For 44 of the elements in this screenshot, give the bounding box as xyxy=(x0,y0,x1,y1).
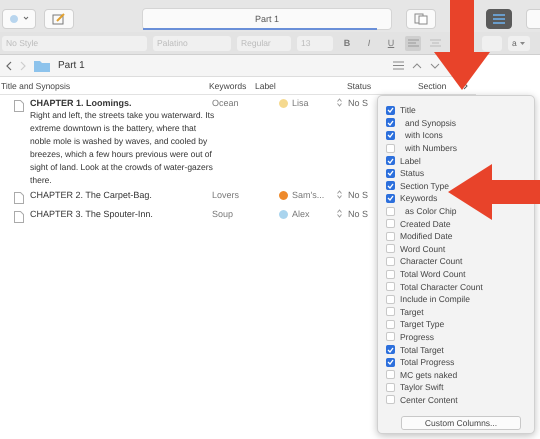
menu-item[interactable]: Total Word Count xyxy=(386,268,466,280)
column-header[interactable]: Title and Synopsis xyxy=(1,80,70,90)
menu-item[interactable]: Keywords xyxy=(386,192,438,205)
status-text: No S xyxy=(348,209,368,219)
status-text: No S xyxy=(348,98,368,108)
column-header[interactable]: Status xyxy=(347,80,372,90)
column-header[interactable]: Label xyxy=(255,80,276,90)
menu-item[interactable]: and Synopsis xyxy=(386,116,456,130)
text-color-dropdown[interactable]: a xyxy=(508,36,530,50)
menu-item[interactable]: Modified Date xyxy=(386,230,452,243)
header-title: Part 1 xyxy=(58,60,85,71)
custom-columns-button[interactable]: Custom Columns... xyxy=(401,416,521,430)
document-tab[interactable]: Part 1 xyxy=(142,8,392,30)
menu-item[interactable]: with Icons xyxy=(386,129,443,142)
row-title[interactable]: CHAPTER 3. The Spouter-Inn. xyxy=(30,209,153,219)
synopsis-text: Right and left, the streets take you waterward. Its extreme downtown is the battery, where that noble mole is washed by waves, and cooled by breezes, which a few hours previous were out of sight of land. Look at the crowds of water-gazers there. xyxy=(30,109,216,187)
menu-item[interactable]: Target xyxy=(386,306,424,318)
row-title[interactable]: CHAPTER 2. The Carpet-Bag. xyxy=(30,190,152,200)
keyword-text: Lovers xyxy=(211,190,240,202)
menu-item[interactable]: Total Character Count xyxy=(386,280,483,293)
menu-item[interactable]: Label xyxy=(386,154,421,167)
keyword-text: Soup xyxy=(211,209,234,221)
menu-item[interactable]: Include in Compile xyxy=(386,292,470,306)
menu-item[interactable]: as Color Chip xyxy=(386,204,456,218)
menu-item[interactable]: Progress xyxy=(386,330,434,344)
menu-item[interactable]: Title xyxy=(386,104,416,117)
menu-item[interactable]: Character Count xyxy=(386,255,462,268)
menu-item[interactable]: Target Type xyxy=(386,318,444,331)
menu-item[interactable]: with Numbers xyxy=(386,142,457,154)
menu-item[interactable]: Created Date xyxy=(386,217,451,230)
column-header[interactable]: Section xyxy=(418,80,446,90)
status-text: No S xyxy=(348,190,368,200)
label-text[interactable]: Alex xyxy=(292,209,310,219)
menu-item[interactable]: Center Content xyxy=(386,394,458,406)
menu-item[interactable]: Word Count xyxy=(386,242,446,256)
menu-item[interactable]: Total Target xyxy=(386,343,444,356)
menu-item[interactable]: Taylor Swift xyxy=(386,381,444,394)
column-header[interactable]: Keywords xyxy=(209,80,246,90)
menu-item[interactable]: MC gets naked xyxy=(386,368,458,382)
menu-item[interactable]: Status xyxy=(386,166,424,180)
menu-item[interactable]: Section Type xyxy=(386,180,449,192)
label-text[interactable]: Lisa xyxy=(292,98,309,108)
label-text[interactable]: Sam's... xyxy=(292,190,324,200)
menu-item[interactable]: Total Progress xyxy=(386,356,454,368)
